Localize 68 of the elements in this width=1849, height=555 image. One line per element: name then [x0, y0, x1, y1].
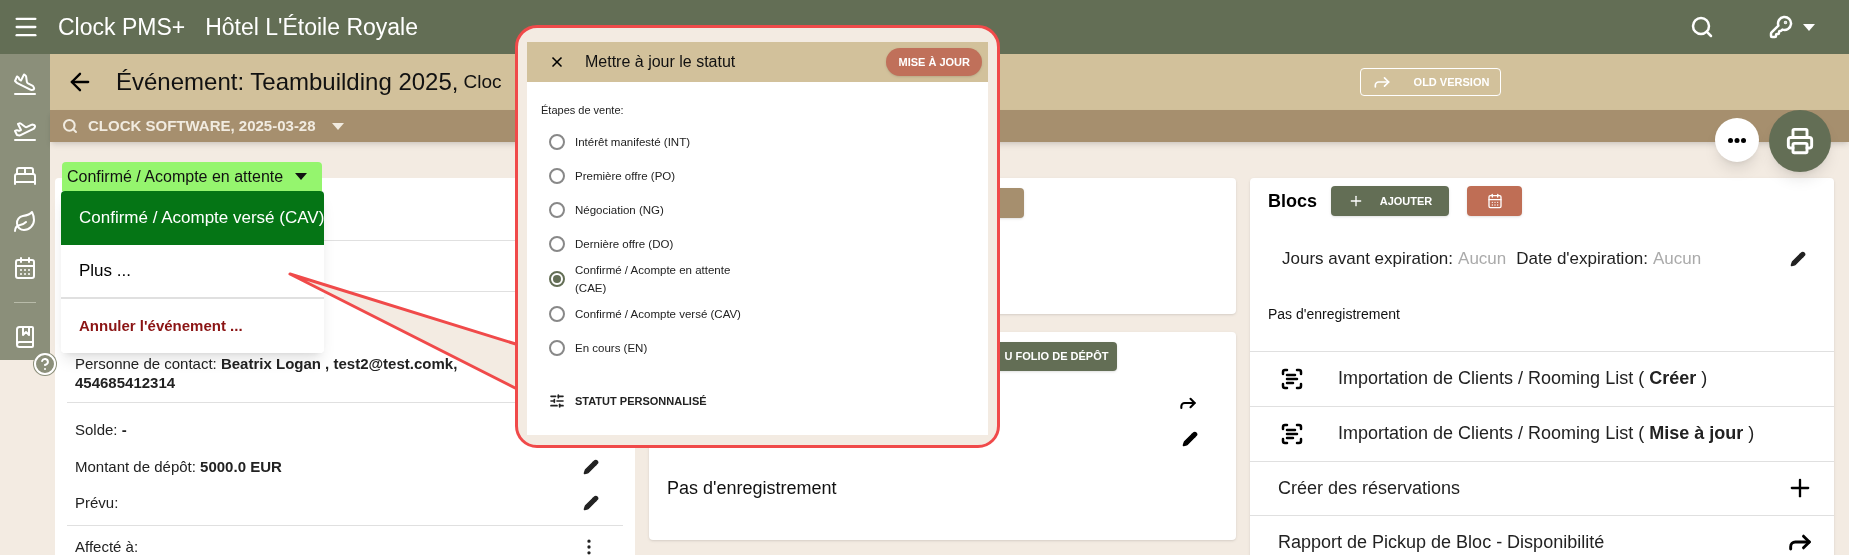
edit-icon[interactable] [1182, 431, 1198, 447]
hotel-name: Hôtel L'Étoile Royale [205, 12, 418, 42]
search-icon[interactable] [1690, 15, 1714, 39]
empty-message: Pas d'enregistrement [667, 477, 838, 500]
more-icon [1728, 137, 1746, 143]
radio-button[interactable] [549, 235, 565, 252]
assigned-text: Affecté à: [75, 536, 139, 555]
radio-label[interactable]: Confirmé / Acompte en attente (CAE) [575, 260, 747, 297]
calendar-button[interactable] [1467, 186, 1523, 216]
more-button[interactable] [1715, 118, 1759, 162]
expiry-days-label: Jours avant expiration: [1282, 248, 1454, 270]
radio-button[interactable] [549, 133, 565, 150]
custom-status-button[interactable]: STATUT PERSONNALISÉ [549, 392, 707, 409]
radio-label[interactable]: Confirmé / Acompte versé (CAV) [575, 304, 747, 323]
radio-button[interactable] [549, 339, 565, 356]
section-label: Étapes de vente: [541, 103, 625, 118]
radio-label[interactable]: En cours (EN) [575, 338, 747, 357]
list-item-label[interactable]: Importation de Clients / Rooming List ( Créer ) [1338, 365, 1708, 392]
blocks-title: Blocs [1268, 189, 1318, 213]
balance-text: Solde: - [75, 420, 128, 440]
print-icon [1786, 127, 1814, 155]
contact-text: Personne de contact: Beatrix Logan , test2@test.comk, 454685412314 [75, 354, 459, 392]
list-item-label[interactable]: Importation de Clients / Rooming List ( Mise à jour ) [1338, 420, 1755, 447]
radio-label[interactable]: Première offre (PO) [575, 166, 747, 185]
plane-landing-icon[interactable] [13, 72, 37, 96]
empty-message: Pas d'enregistrement [1268, 304, 1401, 324]
expiry-days-value: Aucun [1458, 248, 1507, 270]
help-icon[interactable] [33, 352, 57, 376]
page-title: Événement: Teambuilding 2025, [116, 67, 459, 97]
bed-icon[interactable] [13, 164, 37, 188]
caret-icon [331, 122, 344, 130]
deposit-text: Montant de dépôt: 5000.0 EUR [75, 456, 282, 477]
expiry-date-label: Date d'expiration: [1516, 248, 1649, 270]
status-dropdown[interactable]: Confirmé / Acompte en attente [62, 162, 322, 191]
leaf-icon[interactable] [13, 210, 37, 234]
edit-icon[interactable] [1790, 250, 1806, 267]
menu-item[interactable]: Confirmé / Acompte versé (CAV) [61, 191, 324, 245]
calendar-icon [1486, 193, 1503, 209]
radio-label[interactable]: Dernière offre (DO) [575, 234, 747, 253]
radio-label[interactable]: Négociation (NG) [575, 200, 747, 219]
radio-label[interactable]: Intérêt manifesté (INT) [575, 132, 747, 151]
calendar-icon[interactable] [13, 256, 37, 280]
radio-button[interactable] [549, 305, 565, 322]
edit-icon[interactable] [583, 458, 599, 475]
page-subtitle: Cloc [463, 69, 502, 94]
cancel-menu-item[interactable]: Annuler l'événement ... [61, 299, 324, 353]
caret-icon [1803, 23, 1815, 31]
radio-button[interactable] [549, 201, 565, 218]
list-item-label[interactable]: Créer des réservations [1278, 474, 1461, 502]
search-icon[interactable] [62, 118, 78, 134]
key-icon[interactable] [1769, 15, 1793, 39]
edit-icon[interactable] [583, 495, 599, 512]
print-button[interactable] [1769, 110, 1831, 172]
app-name: Clock PMS+ [58, 12, 186, 42]
dialog-title: Mettre à jour le statut [585, 52, 736, 72]
radio-button[interactable] [549, 167, 565, 184]
sliders-icon [549, 392, 565, 409]
document-scan-icon [1280, 421, 1304, 446]
update-button[interactable]: MISE À JOUR [886, 48, 982, 76]
close-icon[interactable] [549, 54, 565, 70]
list-item-label[interactable]: Rapport de Pickup de Bloc - Disponibilité [1278, 528, 1605, 555]
expiry-date-value: Aucun [1653, 248, 1702, 270]
radio-button[interactable] [549, 270, 565, 287]
document-scan-icon [1280, 366, 1304, 391]
add-button[interactable]: AJOUTER [1331, 186, 1450, 216]
bookmark-icon[interactable] [13, 325, 37, 349]
caret-icon [295, 173, 307, 180]
planned-text: Prévu: [75, 493, 119, 513]
